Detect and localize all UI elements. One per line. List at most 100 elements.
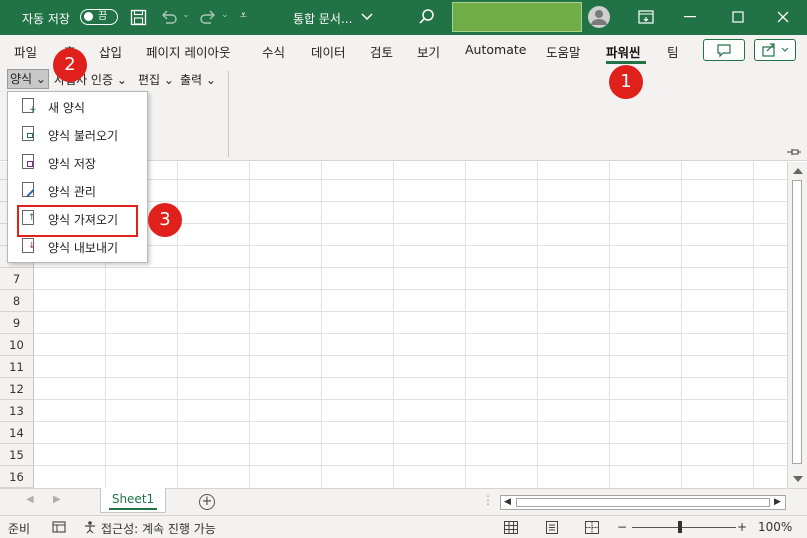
edit-label: 편집 xyxy=(138,73,161,87)
forms-menu-button[interactable]: 양식 ⌄ xyxy=(7,69,49,89)
undo-dropdown-icon[interactable]: ⌄ xyxy=(182,10,190,20)
accessibility-icon[interactable] xyxy=(83,520,97,534)
share-button[interactable] xyxy=(754,39,796,61)
tab-review[interactable]: 검토 xyxy=(370,42,393,61)
ribbon-display-icon[interactable] xyxy=(638,10,654,24)
comments-button[interactable] xyxy=(703,39,745,61)
row-header-12[interactable]: 12 xyxy=(0,378,34,400)
row-header-11[interactable]: 11 xyxy=(0,356,34,378)
tab-help[interactable]: 도움말 xyxy=(546,42,581,61)
macro-record-icon[interactable] xyxy=(52,521,66,534)
zoom-slider-thumb[interactable] xyxy=(678,521,682,533)
menu-item-label: 양식 저장 xyxy=(48,157,96,171)
next-sheet-icon[interactable]: ▶ xyxy=(53,494,61,505)
grid-line xyxy=(681,162,682,488)
step-badge-3: 3 xyxy=(148,203,182,237)
tab-insert[interactable]: 삽입 xyxy=(99,42,122,61)
autosave-toggle[interactable]: 끔 xyxy=(80,9,118,25)
menu-item-manage-form[interactable]: 양식 관리 xyxy=(8,177,147,203)
menu-item-label: 양식 불러오기 xyxy=(48,129,119,143)
active-tab-indicator xyxy=(606,61,646,64)
page-break-view-icon[interactable] xyxy=(585,521,599,534)
row-header-14[interactable]: 14 xyxy=(0,422,34,444)
tab-automate[interactable]: Automate xyxy=(465,42,526,57)
row-header-7[interactable]: 7 xyxy=(0,268,34,290)
menu-item-load-form[interactable]: 양식 불러오기 xyxy=(8,121,147,147)
vertical-scroll-thumb[interactable] xyxy=(792,180,802,464)
split-handle-icon[interactable]: ⋮ xyxy=(482,493,494,507)
export-doc-icon: ↓ xyxy=(22,238,36,253)
document-title[interactable]: 통합 문서... xyxy=(293,10,352,27)
page-layout-view-icon[interactable] xyxy=(545,521,559,534)
search-icon[interactable] xyxy=(418,8,436,26)
scroll-down-icon[interactable] xyxy=(793,476,803,483)
open-doc-icon xyxy=(22,126,34,141)
close-icon[interactable] xyxy=(777,11,789,23)
grid-line xyxy=(34,465,787,466)
tab-data[interactable]: 데이터 xyxy=(311,42,346,61)
redo-icon[interactable] xyxy=(198,9,218,26)
tab-page-layout[interactable]: 페이지 레이아웃 xyxy=(146,42,230,61)
maximize-icon[interactable] xyxy=(732,11,744,23)
row-header-10[interactable]: 10 xyxy=(0,334,34,356)
save-doc-icon xyxy=(22,154,34,169)
grid-line xyxy=(34,377,787,378)
scroll-left-icon[interactable]: ◀ xyxy=(504,497,511,507)
row-header-13[interactable]: 13 xyxy=(0,400,34,422)
row-header-15[interactable]: 15 xyxy=(0,444,34,466)
normal-view-icon[interactable] xyxy=(504,521,518,534)
menu-item-label: 새 양식 xyxy=(48,101,85,115)
horizontal-scroll-thumb[interactable] xyxy=(516,498,770,507)
redo-dropdown-icon[interactable]: ⌄ xyxy=(221,10,229,20)
minimize-icon[interactable] xyxy=(684,16,696,18)
tab-powerscene[interactable]: 파워씬 xyxy=(606,42,641,61)
add-sheet-icon[interactable]: + xyxy=(199,494,215,510)
save-icon[interactable] xyxy=(130,9,147,26)
chevron-down-icon: ⌄ xyxy=(163,73,174,87)
scroll-right-icon[interactable]: ▶ xyxy=(774,497,781,507)
grid-line xyxy=(34,421,787,422)
row-header-16[interactable]: 16 xyxy=(0,466,34,488)
tab-team[interactable]: 팀 xyxy=(667,42,679,61)
zoom-slider-track[interactable] xyxy=(632,527,736,528)
step-badge-1: 1 xyxy=(609,65,643,99)
grid-line xyxy=(34,267,787,268)
vertical-scrollbar[interactable] xyxy=(787,162,807,488)
customize-qat-icon[interactable]: ⩡ xyxy=(240,8,247,23)
menu-item-new-form[interactable]: + 새 양식 xyxy=(8,93,147,119)
edit-button[interactable]: 편집 ⌄ xyxy=(138,71,174,88)
accessibility-status[interactable]: 접근성: 계속 진행 가능 xyxy=(101,520,216,537)
ribbon-tabs: 파일 홈 삽입 페이지 레이아웃 수식 데이터 검토 보기 Automate 도… xyxy=(0,35,807,65)
chevron-down-icon: ⌄ xyxy=(205,73,216,87)
horizontal-scrollbar[interactable]: ◀ ▶ xyxy=(500,495,786,510)
zoom-out-icon[interactable]: − xyxy=(617,520,627,534)
undo-icon[interactable] xyxy=(159,9,179,26)
chevron-down-icon[interactable] xyxy=(361,13,373,21)
grid-line xyxy=(34,443,787,444)
sheet-tab-sheet1[interactable]: Sheet1 xyxy=(100,488,166,513)
share-icon xyxy=(762,43,789,57)
print-button[interactable]: 출력 ⌄ xyxy=(180,71,216,88)
avatar[interactable] xyxy=(588,6,610,28)
grid-line xyxy=(34,355,787,356)
grid-line xyxy=(34,311,787,312)
zoom-level[interactable]: 100% xyxy=(758,520,792,534)
pin-ribbon-icon[interactable] xyxy=(786,147,802,157)
ribbon-separator xyxy=(228,71,229,157)
grid-line xyxy=(537,162,538,488)
grid-line xyxy=(34,399,787,400)
menu-item-save-form[interactable]: 양식 저장 xyxy=(8,149,147,175)
row-header-9[interactable]: 9 xyxy=(0,312,34,334)
row-header-8[interactable]: 8 xyxy=(0,290,34,312)
autosave-state: 끔 xyxy=(98,11,108,22)
grid-line xyxy=(609,162,610,488)
zoom-in-icon[interactable]: + xyxy=(737,520,747,534)
tab-file[interactable]: 파일 xyxy=(14,42,37,61)
tab-formulas[interactable]: 수식 xyxy=(262,42,285,61)
chevron-down-icon: ⌄ xyxy=(116,73,127,87)
status-bar: 준비 접근성: 계속 진행 가능 − + 100% xyxy=(0,515,807,538)
title-bar: 자동 저장 끔 ⌄ ⌄ ⩡ 통합 문서... xyxy=(0,0,807,35)
scroll-up-icon[interactable] xyxy=(793,167,803,174)
prev-sheet-icon[interactable]: ◀ xyxy=(26,494,34,505)
tab-view[interactable]: 보기 xyxy=(417,42,440,61)
